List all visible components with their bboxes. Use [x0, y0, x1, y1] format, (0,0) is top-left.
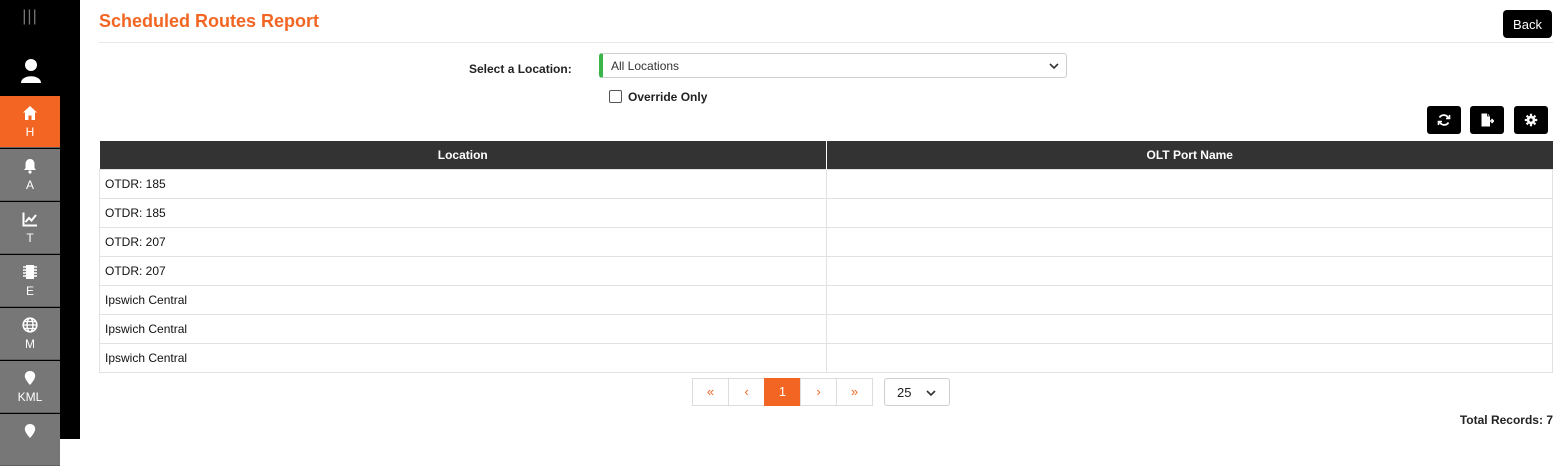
- export-button[interactable]: [1470, 106, 1504, 134]
- home-icon: [23, 106, 37, 120]
- sidebar-item-alarms[interactable]: A: [0, 149, 60, 201]
- sidebar-item-home[interactable]: H: [0, 96, 60, 148]
- table-row[interactable]: Ipswich Central: [99, 313, 1553, 344]
- cell-location: Ipswich Central: [99, 284, 827, 315]
- cell-location: OTDR: 207: [99, 226, 827, 257]
- sidebar-item-label: KML: [17, 390, 43, 404]
- pagination: « ‹ 1 › »: [692, 378, 873, 406]
- map-pin-icon: [24, 424, 36, 438]
- refresh-icon: [1437, 114, 1451, 126]
- first-page-button[interactable]: «: [692, 378, 729, 406]
- globe-icon: [22, 317, 38, 333]
- sidebar-item-label: T: [26, 231, 34, 245]
- sidebar-item-more[interactable]: [0, 414, 60, 466]
- location-select[interactable]: All Locations: [599, 53, 1067, 78]
- cell-olt-port-name: [826, 197, 1553, 228]
- last-page-button[interactable]: »: [836, 378, 873, 406]
- sidebar-item-label: A: [25, 178, 34, 192]
- cell-olt-port-name: [826, 342, 1553, 373]
- map-pin-icon: [24, 371, 36, 385]
- page-size-select[interactable]: 25: [884, 378, 950, 406]
- location-select-value: All Locations: [611, 59, 680, 73]
- menu-toggle-icon[interactable]: |||: [0, 8, 60, 26]
- checkbox-box[interactable]: [609, 90, 622, 103]
- page-size-value: 25: [897, 385, 912, 400]
- prev-page-button[interactable]: ‹: [728, 378, 765, 406]
- cell-olt-port-name: [826, 168, 1553, 199]
- sidebar-item-label: H: [25, 125, 35, 139]
- sidebar-item-label: E: [25, 284, 34, 298]
- override-only-label: Override Only: [628, 90, 708, 104]
- cell-location: OTDR: 207: [99, 255, 827, 286]
- sidebar: ||| H A T E M KML: [0, 0, 80, 466]
- chevron-down-icon: [1049, 63, 1059, 70]
- settings-button[interactable]: [1514, 106, 1548, 134]
- routes-table: Location OLT Port Name OTDR: 185 OTDR: 1…: [99, 141, 1553, 373]
- sidebar-item-map[interactable]: M: [0, 308, 60, 360]
- sidebar-item-trends[interactable]: T: [0, 202, 60, 254]
- back-button[interactable]: Back: [1503, 10, 1552, 38]
- current-page-button[interactable]: 1: [764, 378, 801, 406]
- cell-location: OTDR: 185: [99, 168, 827, 199]
- total-records: Total Records: 7: [1460, 413, 1553, 427]
- chevron-down-icon: [926, 390, 936, 397]
- table-row[interactable]: OTDR: 185: [99, 197, 1553, 228]
- trend-chart-icon: [22, 212, 37, 227]
- table-row[interactable]: OTDR: 207: [99, 255, 1553, 286]
- column-header-olt-port-name[interactable]: OLT Port Name: [826, 141, 1553, 169]
- sidebar-item-label: M: [25, 337, 35, 351]
- sidebar-panel: ||| H A T E M KML: [0, 0, 60, 466]
- cell-location: Ipswich Central: [99, 313, 827, 344]
- sidebar-item-equipment[interactable]: E: [0, 255, 60, 307]
- gear-icon: [1524, 113, 1538, 127]
- cell-olt-port-name: [826, 255, 1553, 286]
- sidebar-item-kml[interactable]: KML: [0, 361, 60, 413]
- main-content: Scheduled Routes Report Back Select a Lo…: [99, 0, 1553, 439]
- cell-location: OTDR: 185: [99, 197, 827, 228]
- bell-icon: [24, 159, 36, 174]
- file-export-icon: [1481, 113, 1494, 127]
- column-header-location[interactable]: Location: [99, 141, 827, 169]
- title-divider: [99, 42, 1553, 43]
- user-icon[interactable]: [20, 58, 42, 84]
- table-row[interactable]: OTDR: 185: [99, 168, 1553, 199]
- location-label: Select a Location:: [469, 62, 572, 76]
- table-row[interactable]: OTDR: 207: [99, 226, 1553, 257]
- next-page-button[interactable]: ›: [800, 378, 837, 406]
- cell-location: Ipswich Central: [99, 342, 827, 373]
- table-header-row: Location OLT Port Name: [99, 141, 1553, 169]
- cell-olt-port-name: [826, 313, 1553, 344]
- total-records-label: Total Records: 7: [1459, 413, 1553, 427]
- cell-olt-port-name: [826, 226, 1553, 257]
- chip-icon: [23, 265, 37, 279]
- table-row[interactable]: Ipswich Central: [99, 284, 1553, 315]
- table-row[interactable]: Ipswich Central: [99, 342, 1553, 373]
- refresh-button[interactable]: [1427, 106, 1461, 134]
- cell-olt-port-name: [826, 284, 1553, 315]
- page-title: Scheduled Routes Report: [99, 11, 320, 31]
